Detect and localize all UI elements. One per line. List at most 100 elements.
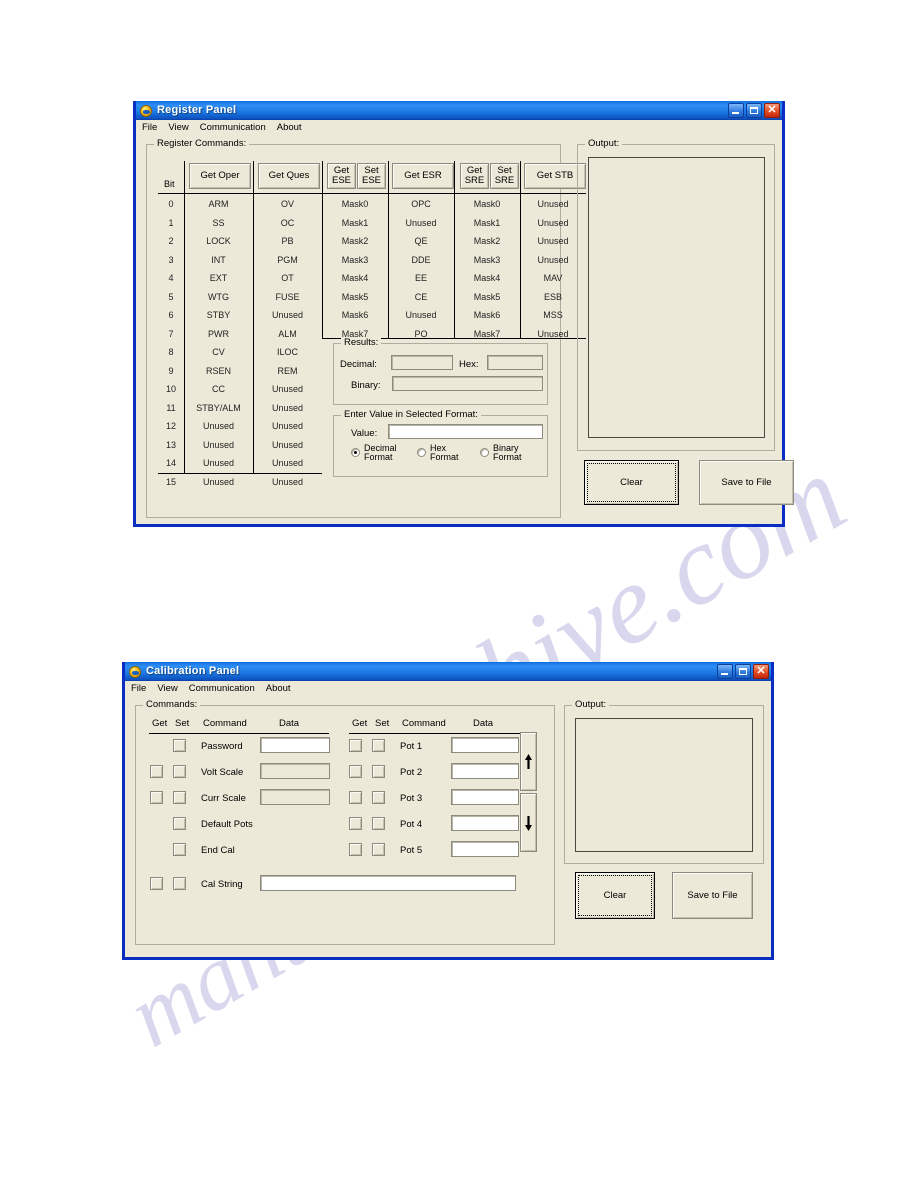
maximize-button[interactable]: [746, 103, 762, 118]
value-input[interactable]: [388, 424, 543, 439]
output-textarea[interactable]: [575, 718, 753, 852]
output-group-label: Output:: [585, 139, 623, 149]
table-row: 5 WTG FUSE Mask5 CE Mask5 ESB: [158, 288, 586, 307]
calibration-panel-window: Calibration Panel ✕ File View Communicat…: [122, 662, 774, 960]
output-textarea[interactable]: [588, 157, 765, 438]
table-cell: Unused: [271, 384, 304, 395]
table-cell: EXT: [209, 273, 228, 284]
table-cell: Mask1: [341, 217, 369, 228]
curr-scale-get-checkbox[interactable]: [150, 791, 163, 804]
up-arrow-button[interactable]: [520, 732, 537, 791]
clear-button[interactable]: Clear: [584, 460, 679, 505]
menu-item-view[interactable]: View: [157, 683, 177, 694]
password-input[interactable]: [260, 737, 330, 753]
pot-5-set-checkbox[interactable]: [372, 843, 385, 856]
curr-scale-input[interactable]: [260, 789, 330, 805]
hex-value-field: [487, 355, 543, 370]
commands-group-label: Commands:: [143, 700, 201, 710]
down-arrow-button[interactable]: [520, 793, 537, 852]
table-cell-bit: 14: [165, 458, 176, 469]
volt-scale-input[interactable]: [260, 763, 330, 779]
close-button[interactable]: ✕: [764, 103, 780, 118]
pot-1-get-checkbox[interactable]: [349, 739, 362, 752]
table-cell: OC: [280, 217, 295, 228]
pot-5-get-checkbox[interactable]: [349, 843, 362, 856]
pot-4-get-checkbox[interactable]: [349, 817, 362, 830]
default-pots-set-checkbox[interactable]: [173, 817, 186, 830]
binary-format-radio[interactable]: [480, 448, 489, 457]
pot-2-input[interactable]: [451, 763, 519, 779]
pot-3-get-checkbox[interactable]: [349, 791, 362, 804]
table-cell: Mask0: [341, 199, 369, 210]
menu-item-about[interactable]: About: [277, 122, 302, 133]
set-ese-button[interactable]: Set ESE: [357, 163, 386, 189]
minimize-button[interactable]: [728, 103, 744, 118]
save-to-file-button[interactable]: Save to File: [672, 872, 753, 919]
pot-5-input[interactable]: [451, 841, 519, 857]
get-esr-button[interactable]: Get ESR: [392, 163, 454, 189]
pot-1-set-checkbox[interactable]: [372, 739, 385, 752]
pot-2-get-checkbox[interactable]: [349, 765, 362, 778]
pot-2-set-checkbox[interactable]: [372, 765, 385, 778]
maximize-button[interactable]: [735, 664, 751, 679]
menu-item-file[interactable]: File: [131, 683, 146, 694]
menu-item-communication[interactable]: Communication: [200, 122, 266, 133]
table-cell: RSEN: [205, 365, 231, 376]
volt-scale-set-checkbox[interactable]: [173, 765, 186, 778]
menu-item-file[interactable]: File: [142, 122, 157, 133]
pot-1-input[interactable]: [451, 737, 519, 753]
decimal-format-label: Decimal Format: [364, 443, 397, 462]
volt-scale-get-checkbox[interactable]: [150, 765, 163, 778]
minimize-button[interactable]: [717, 664, 733, 679]
cal-string-get-checkbox[interactable]: [150, 877, 163, 890]
pot-2-label: Pot 2: [400, 767, 423, 778]
pot-5-label: Pot 5: [400, 845, 423, 856]
table-cell: Mask5: [341, 291, 369, 302]
set-sre-button[interactable]: Set SRE: [490, 163, 519, 189]
globe-icon: [128, 665, 142, 679]
table-row: 3 INT PGM Mask3 DDE Mask3 Unused: [158, 251, 586, 270]
button-label: Get Ques: [268, 170, 310, 181]
table-cell: Unused: [271, 402, 304, 413]
menu-item-view[interactable]: View: [168, 122, 188, 133]
decimal-value-field: [391, 355, 453, 370]
end-cal-set-checkbox[interactable]: [173, 843, 186, 856]
table-cell: PO: [414, 328, 428, 339]
close-button[interactable]: ✕: [753, 664, 769, 679]
hex-format-radio[interactable]: [417, 448, 426, 457]
password-set-checkbox[interactable]: [173, 739, 186, 752]
curr-scale-set-checkbox[interactable]: [173, 791, 186, 804]
table-cell: OT: [281, 273, 294, 284]
bit-column-header: Bit: [164, 179, 175, 189]
close-icon: ✕: [767, 104, 777, 116]
menu-item-about[interactable]: About: [266, 683, 291, 694]
table-cell: STBY: [206, 310, 231, 321]
cal-string-input[interactable]: [260, 875, 516, 891]
pot-3-input[interactable]: [451, 789, 519, 805]
menu-item-communication[interactable]: Communication: [189, 683, 255, 694]
password-label: Password: [201, 741, 243, 752]
decimal-format-radio[interactable]: [351, 448, 360, 457]
left-data-header: Data: [279, 718, 300, 729]
clear-button[interactable]: Clear: [575, 872, 655, 919]
register-commands-group-label: Register Commands:: [154, 139, 250, 149]
save-to-file-button[interactable]: Save to File: [699, 460, 794, 505]
button-label-line2: ESE: [331, 175, 351, 186]
binary-value-field: [392, 376, 543, 391]
table-cell: CC: [212, 384, 225, 395]
pot-4-input[interactable]: [451, 815, 519, 831]
get-ese-button[interactable]: Get ESE: [327, 163, 356, 189]
pot-3-set-checkbox[interactable]: [372, 791, 385, 804]
calibration-panel-titlebar: Calibration Panel ✕: [125, 662, 771, 681]
get-oper-button[interactable]: Get Oper: [189, 163, 251, 189]
volt-scale-label: Volt Scale: [201, 767, 244, 778]
table-cell-bit: 9: [168, 365, 174, 376]
table-cell: STBY/ALM: [196, 402, 241, 413]
get-ques-button[interactable]: Get Ques: [258, 163, 320, 189]
binary-label: Binary:: [351, 380, 381, 391]
pot-4-set-checkbox[interactable]: [372, 817, 385, 830]
right-command-header: Command: [402, 718, 446, 729]
cal-string-set-checkbox[interactable]: [173, 877, 186, 890]
table-cell: PB: [281, 236, 294, 247]
get-sre-button[interactable]: Get SRE: [460, 163, 489, 189]
